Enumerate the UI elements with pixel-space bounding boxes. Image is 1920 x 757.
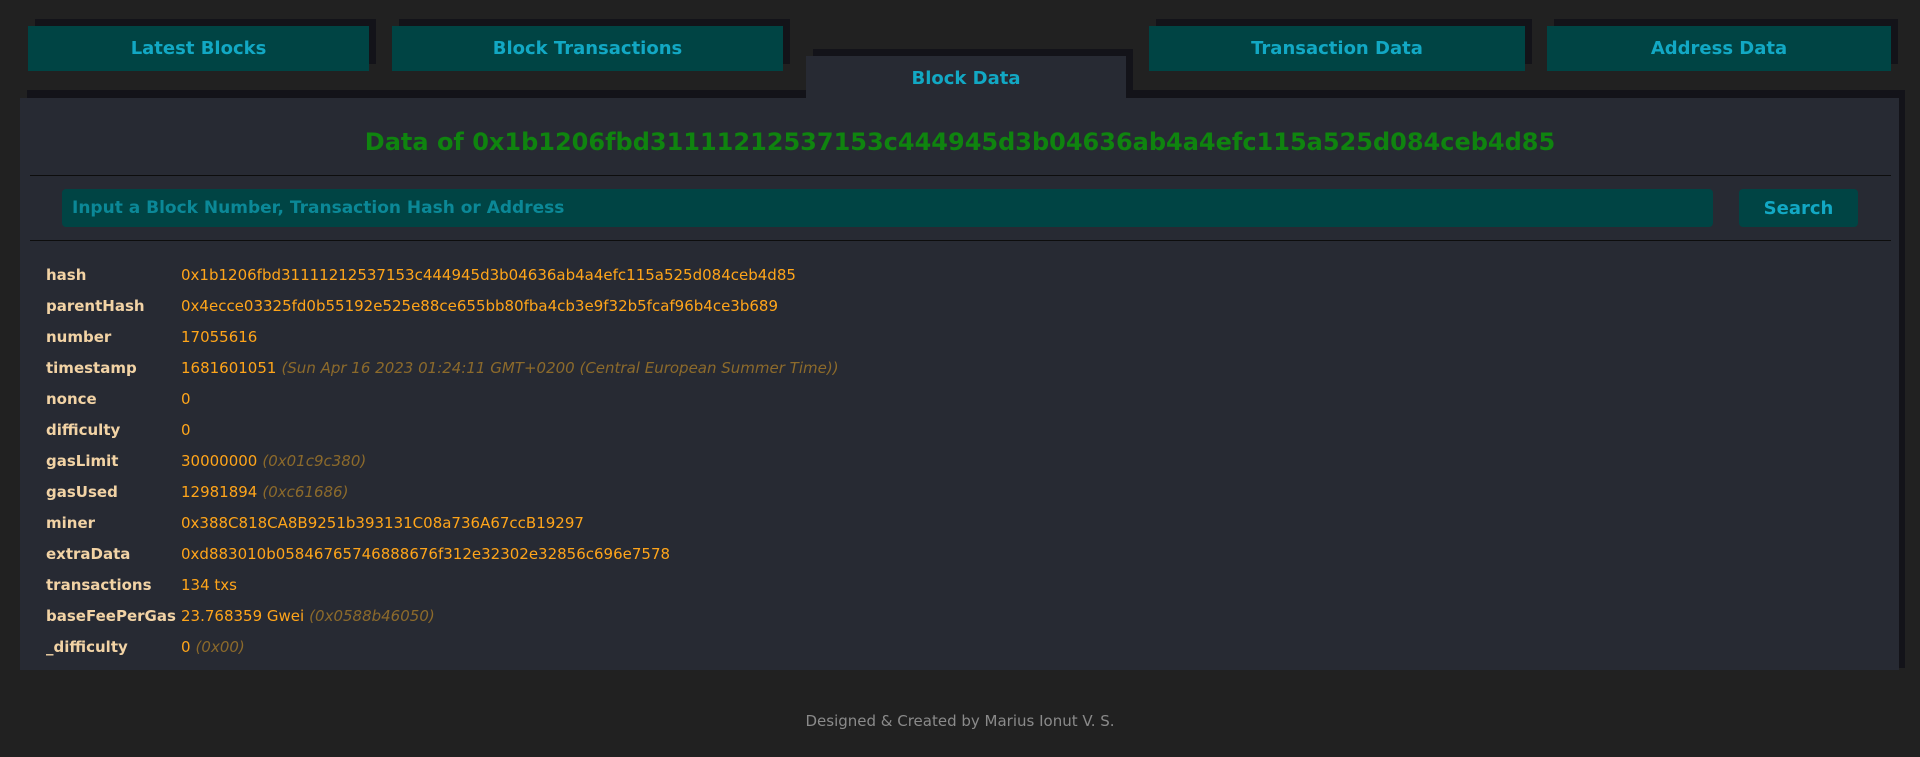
row-key: gasUsed	[46, 482, 118, 501]
row-key: nonce	[46, 389, 97, 408]
row-value: 30000000	[181, 451, 258, 470]
tab-transaction-data[interactable]: Transaction Data	[1149, 26, 1525, 71]
search-button[interactable]: Search	[1739, 189, 1858, 227]
row-note: (0xc61686)	[262, 482, 349, 501]
row-key: transactions	[46, 575, 152, 594]
row-value: 0xd883010b05846765746888676f312e32302e32…	[181, 544, 671, 563]
row-key: parentHash	[46, 296, 145, 315]
row-key: _difficulty	[46, 637, 128, 656]
block-row-timestamp: timestamp 1681601051 (Sun Apr 16 2023 01…	[46, 352, 839, 383]
block-row-gas-limit: gasLimit 30000000 (0x01c9c380)	[46, 445, 839, 476]
row-value: 0x4ecce03325fd0b55192e525e88ce655bb80fba…	[181, 296, 779, 315]
search-input[interactable]	[62, 189, 1713, 227]
divider-bottom	[30, 240, 1891, 241]
row-key: baseFeePerGas	[46, 606, 176, 625]
row-value: 12981894	[181, 482, 258, 501]
row-value: 17055616	[181, 327, 258, 346]
row-value: 23.768359 Gwei	[181, 606, 305, 625]
page-title: Data of 0x1b1206fbd31111212537153c444945…	[364, 128, 1556, 156]
row-note: (0x01c9c380)	[262, 451, 367, 470]
row-value: 0x1b1206fbd31111212537153c444945d3b04636…	[181, 265, 796, 284]
block-row-nonce: nonce 0	[46, 383, 839, 414]
row-value: 134 txs	[181, 575, 237, 594]
row-value: 0	[181, 389, 191, 408]
row-key: extraData	[46, 544, 131, 563]
row-value: 1681601051	[181, 358, 277, 377]
tab-block-data[interactable]: Block Data	[806, 56, 1126, 100]
tab-block-transactions[interactable]: Block Transactions	[392, 26, 783, 71]
block-row-base-fee: baseFeePerGas 23.768359 Gwei (0x0588b460…	[46, 600, 839, 631]
row-key: number	[46, 327, 112, 346]
block-row-miner: miner 0x388C818CA8B9251b393131C08a736A67…	[46, 507, 839, 538]
block-row-extra-data: extraData 0xd883010b05846765746888676f31…	[46, 538, 839, 569]
row-key: miner	[46, 513, 96, 532]
row-value: 0	[181, 420, 191, 439]
row-value: 0	[181, 637, 191, 656]
block-row-gas-used: gasUsed 12981894 (0xc61686)	[46, 476, 839, 507]
row-key: hash	[46, 265, 87, 284]
row-value: 0x388C818CA8B9251b393131C08a736A67ccB192…	[181, 513, 584, 532]
block-data-list: hash 0x1b1206fbd31111212537153c444945d3b…	[46, 259, 839, 662]
row-note: (0x00)	[195, 637, 245, 656]
footer-credit: Designed & Created by Marius Ionut V. S.	[805, 712, 1115, 730]
tab-address-data[interactable]: Address Data	[1547, 26, 1891, 71]
block-row-parent-hash: parentHash 0x4ecce03325fd0b55192e525e88c…	[46, 290, 839, 321]
tab-latest-blocks[interactable]: Latest Blocks	[28, 26, 369, 71]
block-row-hash: hash 0x1b1206fbd31111212537153c444945d3b…	[46, 259, 839, 290]
block-row-transactions: transactions 134 txs	[46, 569, 839, 600]
row-note: (Sun Apr 16 2023 01:24:11 GMT+0200 (Cent…	[281, 358, 839, 377]
row-key: difficulty	[46, 420, 121, 439]
divider-top	[30, 175, 1891, 176]
block-row-difficulty-hex: _difficulty 0 (0x00)	[46, 631, 839, 662]
block-row-number: number 17055616	[46, 321, 839, 352]
row-key: timestamp	[46, 358, 137, 377]
row-note: (0x0588b46050)	[309, 606, 435, 625]
block-row-difficulty: difficulty 0	[46, 414, 839, 445]
row-key: gasLimit	[46, 451, 119, 470]
